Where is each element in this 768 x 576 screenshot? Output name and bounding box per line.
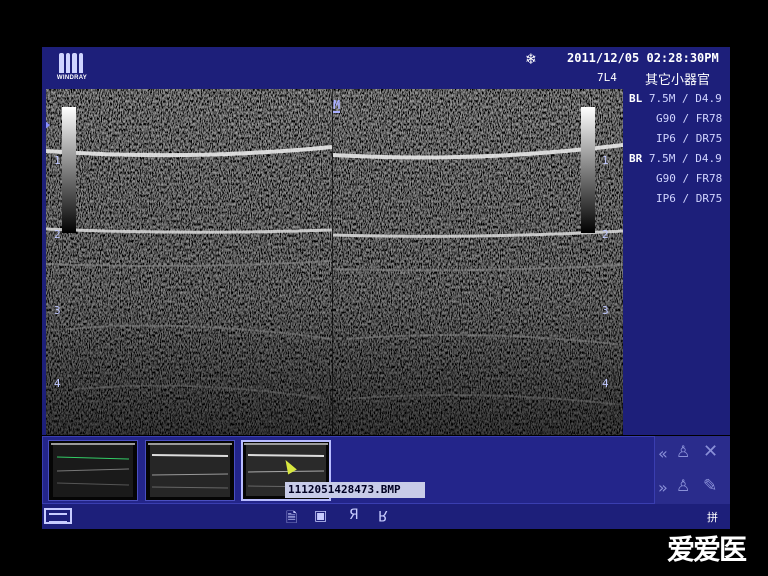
header-bar: WINDRAY ❄ 2011/12/05 02:28:30PM 7L4 其它小器… bbox=[42, 47, 730, 89]
probe-label: 7L4 bbox=[597, 71, 617, 84]
image-export-icon[interactable]: ▣ bbox=[314, 508, 327, 524]
param-right-gain: G90 / FR78 bbox=[656, 172, 723, 185]
brand-name: WINDRAY bbox=[56, 75, 88, 81]
merge-button[interactable]: 拼 bbox=[707, 509, 718, 525]
person-icon[interactable]: ♙ bbox=[676, 442, 690, 461]
m-marker: M bbox=[333, 98, 341, 113]
thumbnail-1[interactable] bbox=[48, 440, 138, 501]
param-right-freq: BR 7.5M / D4.9 bbox=[629, 152, 722, 165]
param-left-gain: G90 / FR78 bbox=[656, 112, 723, 125]
focus-marker-icon bbox=[46, 119, 50, 131]
grayscale-bar-left bbox=[62, 107, 76, 233]
bottom-toolbar: 🗎 ▣ Я R 拼 bbox=[42, 504, 730, 529]
datetime: 2011/12/05 02:28:30PM bbox=[567, 51, 719, 65]
grayscale-bar-right bbox=[581, 107, 595, 233]
exam-preset[interactable]: 其它小器官 bbox=[645, 69, 710, 88]
close-icon[interactable]: ✕ bbox=[703, 441, 718, 462]
prev-page-button[interactable]: « bbox=[658, 444, 668, 463]
param-left-freq: BL 7.5M / D4.9 bbox=[629, 92, 722, 105]
thumbnail-2-image bbox=[148, 443, 232, 497]
param-right-tag: BR bbox=[629, 152, 643, 165]
thumbnail-2[interactable] bbox=[145, 440, 235, 501]
document-icon[interactable]: 🗎 bbox=[286, 507, 297, 531]
ultrasound-image-area[interactable]: M 1 2 3 4 1 2 3 4 bbox=[46, 89, 623, 435]
watermark: 爱爱医 bbox=[667, 533, 747, 566]
ultrasound-image bbox=[46, 89, 623, 435]
edit-icon[interactable]: ✎ bbox=[703, 476, 717, 496]
depth-label-right-1: 1 bbox=[602, 154, 609, 167]
param-right-ip: IP6 / DR75 bbox=[656, 192, 723, 205]
depth-label-left-2: 2 bbox=[54, 228, 61, 241]
param-left-freq-value: 7.5M / D4.9 bbox=[648, 92, 722, 105]
depth-label-right-2: 2 bbox=[602, 228, 609, 241]
thumbnail-filename-tooltip: 1112051428473.BMP bbox=[285, 482, 425, 498]
depth-label-left-3: 3 bbox=[54, 304, 61, 317]
thumbnail-1-image bbox=[51, 443, 135, 497]
param-right-freq-value: 7.5M / D4.9 bbox=[648, 152, 722, 165]
parameter-panel: BL 7.5M / D4.9 G90 / FR78 IP6 / DR75 BR … bbox=[623, 89, 730, 435]
depth-label-right-4: 4 bbox=[602, 377, 609, 390]
next-page-button[interactable]: » bbox=[658, 478, 668, 497]
ya-mirror-icon[interactable]: R bbox=[378, 507, 388, 523]
depth-label-left-1: 1 bbox=[54, 154, 61, 167]
thumbnail-controls: « ♙ ✕ » ♙ ✎ bbox=[655, 436, 730, 504]
snowflake-icon: ❄ bbox=[526, 49, 536, 68]
layout-grid-icon[interactable] bbox=[44, 508, 72, 524]
param-left-ip: IP6 / DR75 bbox=[656, 132, 723, 145]
windray-logo: WINDRAY bbox=[54, 53, 88, 85]
depth-label-right-3: 3 bbox=[602, 304, 609, 317]
ya-icon[interactable]: Я bbox=[349, 507, 359, 523]
param-left-tag: BL bbox=[629, 92, 643, 105]
depth-label-left-4: 4 bbox=[54, 377, 61, 390]
person-icon-2[interactable]: ♙ bbox=[676, 476, 690, 495]
